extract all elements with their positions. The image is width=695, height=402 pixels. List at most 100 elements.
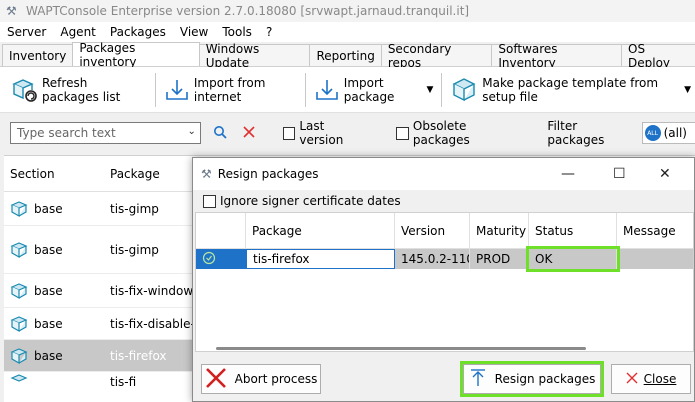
row-package: tis-fix-windows	[110, 283, 199, 298]
refresh-packages-label: Refresh packages list	[42, 75, 121, 104]
refresh-package-icon	[10, 76, 38, 104]
row-section: base	[34, 348, 63, 363]
package-icon	[10, 347, 28, 365]
menu-view[interactable]: View	[173, 25, 215, 39]
tab-windows-update[interactable]: Windows Update	[198, 42, 311, 70]
ignore-signer-dates-checkbox[interactable]: Ignore signer certificate dates	[193, 190, 694, 212]
row-section: base	[34, 242, 63, 257]
row-indicator	[196, 249, 246, 269]
main-tabs: Inventory Packages inventory Windows Upd…	[0, 41, 695, 70]
obsolete-packages-checkbox[interactable]: Obsolete packages	[396, 119, 521, 147]
close-x-icon	[626, 372, 638, 387]
search-icon[interactable]	[213, 125, 227, 142]
packages-toolbar: Refresh packages list Import from intern…	[0, 67, 695, 113]
row-package: tis-gimp	[110, 242, 159, 257]
menu-tools[interactable]: Tools	[215, 25, 259, 39]
clear-search-icon[interactable]	[243, 125, 255, 141]
import-from-internet-button[interactable]: Import from internet	[160, 70, 301, 110]
resign-row[interactable]: tis-firefox 145.0.2-110 PROD OK	[196, 246, 693, 272]
resign-packages-button[interactable]: Resign packages	[460, 361, 604, 397]
column-header-blank	[196, 213, 246, 248]
close-button[interactable]: Close	[611, 364, 691, 394]
tab-inventory[interactable]: Inventory	[2, 44, 74, 66]
resign-packages-label: Resign packages	[494, 372, 596, 386]
row-section: base	[34, 201, 63, 216]
package-icon	[10, 282, 28, 300]
row-package: tis-gimp	[110, 201, 159, 216]
import-from-internet-label: Import from internet	[193, 75, 266, 104]
menu-server[interactable]: Server	[0, 25, 53, 39]
checkbox-box	[282, 126, 296, 140]
tab-reporting[interactable]: Reporting	[309, 44, 382, 66]
column-header-status[interactable]: Status	[529, 213, 617, 248]
make-package-template-button[interactable]: Make package template from setup file ▼	[446, 70, 695, 110]
toolbar-separator	[155, 72, 156, 107]
obsolete-packages-label: Obsolete packages	[412, 119, 470, 147]
ignore-signer-dates-label: Ignore signer certificate dates	[220, 194, 401, 208]
row-status: OK	[526, 246, 620, 272]
chevron-down-icon[interactable]: ⌄	[188, 126, 196, 137]
menu-help[interactable]: ?	[259, 25, 279, 39]
wapt-app-icon: ⚒	[201, 167, 212, 181]
row-version: 145.0.2-110	[395, 249, 470, 269]
close-icon[interactable]: ✕	[659, 166, 671, 182]
column-header-maturity[interactable]: Maturity	[470, 213, 529, 248]
package-icon	[10, 241, 28, 259]
resign-grid-header: Package Version Maturity Status Message	[196, 213, 693, 249]
chevron-down-icon[interactable]: ▼	[426, 85, 433, 95]
import-package-label: Import package	[343, 75, 395, 104]
row-section: base	[34, 316, 63, 331]
resign-packages-dialog: ⚒ Resign packages — ☐ ✕ Ignore signer ce…	[192, 157, 695, 402]
make-package-template-label: Make package template from setup file	[482, 75, 659, 104]
column-header-package[interactable]: Package	[104, 167, 199, 181]
column-header-package[interactable]: Package	[246, 213, 395, 248]
tab-secondary-repos[interactable]: Secondary repos	[380, 42, 493, 70]
maximize-icon[interactable]: ☐	[613, 166, 626, 182]
filter-packages-label: Filter packages	[547, 119, 605, 147]
dialog-title-bar: ⚒ Resign packages — ☐ ✕	[193, 158, 694, 190]
resign-grid: Package Version Maturity Status Message …	[195, 212, 694, 352]
filter-packages-value: (all)	[663, 126, 687, 140]
last-version-label: Last version	[299, 119, 344, 147]
menu-bar: Server Agent Packages View Tools ?	[0, 22, 695, 42]
title-bar: ⚒ WAPTConsole Enterprise version 2.7.0.1…	[0, 0, 695, 22]
last-version-checkbox[interactable]: Last version	[282, 119, 369, 147]
menu-packages[interactable]: Packages	[103, 25, 173, 39]
tab-os-deploy[interactable]: OS Deploy	[621, 42, 695, 70]
filter-bar: Type search text ⌄ Last version Obsolete…	[0, 114, 695, 152]
chevron-down-icon[interactable]: ▼	[684, 85, 691, 95]
search-input[interactable]: Type search text ⌄	[10, 122, 201, 144]
search-placeholder: Type search text	[17, 126, 116, 140]
abort-x-icon	[205, 367, 227, 392]
import-package-button[interactable]: Import package ▼	[310, 70, 438, 110]
package-icon	[450, 76, 478, 104]
package-icon	[10, 373, 28, 391]
dialog-title: Resign packages	[217, 167, 319, 181]
tab-softwares-inventory[interactable]: Softwares Inventory	[491, 42, 623, 70]
upload-icon	[469, 368, 487, 390]
filter-packages-select[interactable]: ALL (all)	[641, 122, 695, 144]
window-title: WAPTConsole Enterprise version 2.7.0.180…	[26, 4, 470, 18]
column-header-section[interactable]: Section	[4, 167, 104, 181]
minimize-icon[interactable]: —	[561, 166, 575, 182]
refresh-packages-button[interactable]: Refresh packages list	[6, 70, 151, 110]
menu-agent[interactable]: Agent	[53, 25, 103, 39]
row-section: base	[34, 283, 63, 298]
column-header-version[interactable]: Version	[395, 213, 470, 248]
toolbar-separator	[441, 72, 443, 107]
close-label: Close	[643, 372, 677, 386]
horizontal-scrollbar[interactable]	[216, 347, 586, 350]
abort-process-label: Abort process	[234, 372, 318, 386]
download-icon	[164, 76, 190, 104]
all-badge-icon: ALL	[644, 125, 661, 141]
row-message	[617, 249, 693, 269]
dialog-footer: Abort process Resign packages Close	[193, 354, 695, 402]
abort-process-button[interactable]: Abort process	[201, 364, 321, 394]
package-icon	[10, 200, 28, 218]
check-circle-icon	[202, 251, 216, 268]
checkbox-box	[203, 194, 216, 208]
tab-packages-inventory[interactable]: Packages inventory	[72, 41, 200, 69]
wapt-app-icon: ⚒	[6, 4, 17, 18]
column-header-message[interactable]: Message	[617, 213, 693, 248]
row-package: tis-fix-disable-w	[110, 316, 199, 331]
